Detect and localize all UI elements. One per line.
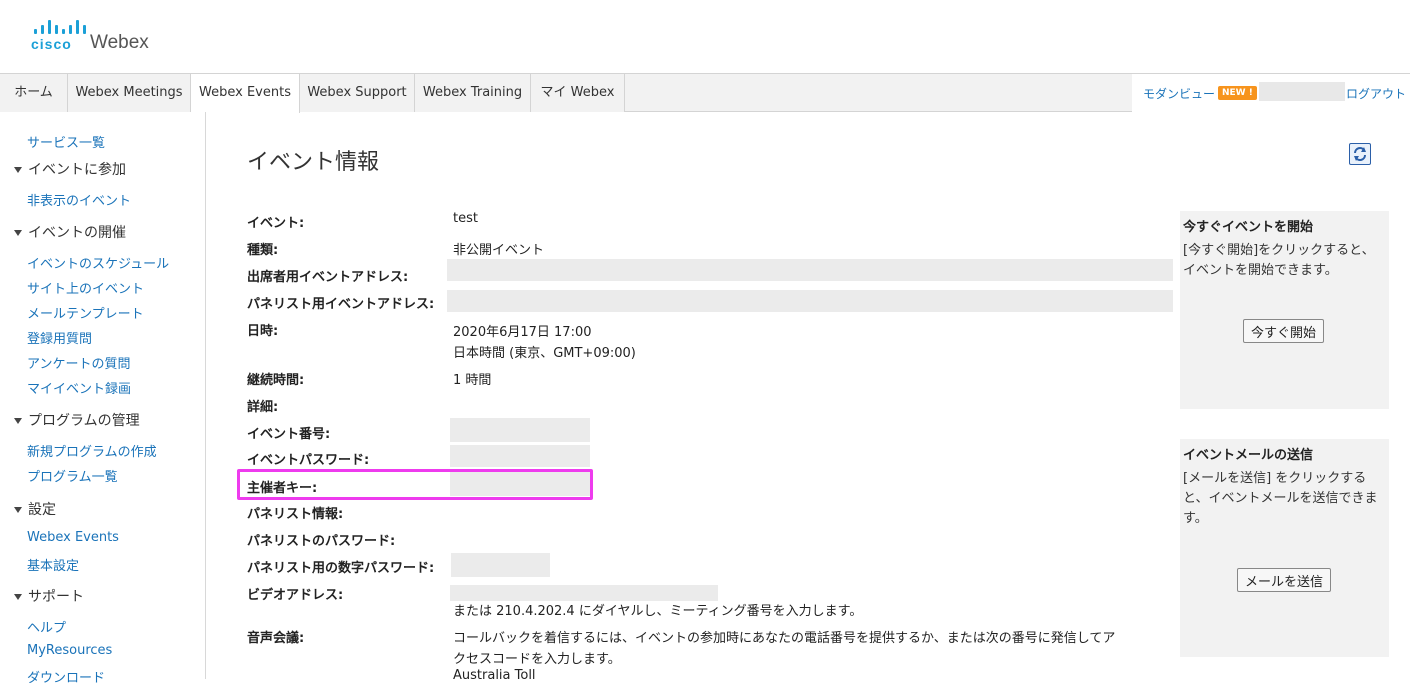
tab-webex-training[interactable]: Webex Training xyxy=(415,74,531,112)
header: cisco Webex xyxy=(0,0,1410,73)
main-tab-bar: ホーム Webex Meetings Webex Events Webex Su… xyxy=(0,73,1410,113)
audio-conference-line3: Australia Toll xyxy=(453,668,536,683)
collapse-triangle-icon xyxy=(14,507,22,513)
tab-my-webex[interactable]: マイ Webex xyxy=(531,74,625,112)
panelist-info-label: パネリスト情報: xyxy=(247,507,344,522)
sidebar-head-program[interactable]: プログラムの管理 xyxy=(14,410,140,430)
panelist-numeric-password-label: パネリスト用の数字パスワード: xyxy=(247,561,435,576)
sidebar-item-help[interactable]: ヘルプ xyxy=(27,617,66,636)
start-now-button[interactable]: 今すぐ開始 xyxy=(1243,319,1325,343)
event-label: イベント: xyxy=(247,216,305,231)
sidebar-item-site-events[interactable]: サイト上のイベント xyxy=(27,278,144,297)
sidebar-item-new-program[interactable]: 新規プログラムの作成 xyxy=(27,441,157,460)
video-address-note: または 210.4.202.4 にダイヤルし、ミーティング番号を入力します。 xyxy=(453,604,863,619)
collapse-triangle-icon xyxy=(14,167,22,173)
sidebar-item-download[interactable]: ダウンロード xyxy=(27,667,105,686)
sidebar-head-label: イベントの開催 xyxy=(28,225,126,241)
event-number-label: イベント番号: xyxy=(247,427,331,442)
sidebar-item-hidden-events[interactable]: 非表示のイベント xyxy=(27,190,131,209)
user-name-redacted xyxy=(1259,82,1345,101)
sidebar-item-schedule[interactable]: イベントのスケジュール xyxy=(27,253,169,272)
sidebar-head-settings[interactable]: 設定 xyxy=(14,499,56,519)
event-number-redacted xyxy=(450,418,590,442)
sidebar-head-support[interactable]: サポート xyxy=(14,586,84,606)
attendee-address-redacted[interactable] xyxy=(447,259,1173,281)
video-address-redacted xyxy=(450,585,718,601)
cisco-wordmark: cisco xyxy=(31,36,72,52)
sidebar-item-basic-settings[interactable]: 基本設定 xyxy=(27,555,79,574)
top-right-area: モダンビュー NEW ! ログアウト xyxy=(1132,74,1410,112)
sidebar-head-label: 設定 xyxy=(28,502,56,518)
sidebar-item-survey-questions[interactable]: アンケートの質問 xyxy=(27,353,130,372)
page-title: イベント情報 xyxy=(247,150,380,175)
tab-home[interactable]: ホーム xyxy=(0,74,68,112)
cisco-webex-logo[interactable]: cisco Webex xyxy=(28,20,188,56)
details-label: 詳細: xyxy=(247,400,279,415)
timezone-value: 日本時間 (東京、GMT+09:00) xyxy=(453,346,636,361)
logout-link[interactable]: ログアウト xyxy=(1346,85,1406,102)
panelist-password-label: パネリストのパスワード: xyxy=(247,534,396,549)
duration-value: 1 時間 xyxy=(453,373,492,388)
panelist-numeric-password-redacted xyxy=(451,553,550,577)
sidebar-item-registration-questions[interactable]: 登録用質問 xyxy=(27,328,92,347)
send-mail-panel: イベントメールの送信 [メールを送信] をクリックすると、イベントメールを送信で… xyxy=(1180,439,1389,657)
sidebar-item-mail-templates[interactable]: メールテンプレート xyxy=(27,303,144,322)
sidebar-head-label: イベントに参加 xyxy=(28,162,126,178)
datetime-label: 日時: xyxy=(247,324,279,339)
panelist-address-label: パネリスト用イベントアドレス: xyxy=(247,297,435,312)
type-label: 種類: xyxy=(247,243,279,258)
refresh-icon xyxy=(1354,147,1366,161)
tab-webex-support[interactable]: Webex Support xyxy=(300,74,415,112)
sidebar-head-label: プログラムの管理 xyxy=(28,413,140,429)
sidebar-item-webex-events[interactable]: Webex Events xyxy=(27,530,119,545)
sidebar-item-myresources[interactable]: MyResources xyxy=(27,643,112,658)
event-value: test xyxy=(453,211,478,226)
video-address-label: ビデオアドレス: xyxy=(247,588,344,603)
event-password-redacted xyxy=(450,445,590,467)
send-mail-panel-title: イベントメールの送信 xyxy=(1183,448,1314,463)
sidebar-service-list[interactable]: サービス一覧 xyxy=(27,132,105,151)
sidebar-item-program-list[interactable]: プログラム一覧 xyxy=(27,466,118,485)
modern-view-link[interactable]: モダンビュー xyxy=(1143,85,1215,102)
cisco-bars-icon xyxy=(34,20,88,34)
collapse-triangle-icon xyxy=(14,230,22,236)
new-badge: NEW ! xyxy=(1218,86,1257,100)
sidebar: サービス一覧 イベントに参加 非表示のイベント イベントの開催 イベントのスケジ… xyxy=(0,112,206,686)
start-event-panel: 今すぐイベントを開始 [今すぐ開始]をクリックすると、イベントを開始できます。 … xyxy=(1180,211,1389,409)
attendee-address-label: 出席者用イベントアドレス: xyxy=(247,270,409,285)
audio-conference-line1: コールバックを着信するには、イベントの参加時にあなたの電話番号を提供するか、また… xyxy=(453,631,1116,646)
audio-conference-line2: クセスコードを入力します。 xyxy=(453,652,621,667)
host-key-highlight xyxy=(237,469,593,500)
webex-wordmark: Webex xyxy=(90,32,149,53)
datetime-value: 2020年6月17日 17:00 xyxy=(453,325,592,340)
type-value: 非公開イベント xyxy=(453,243,545,258)
duration-label: 継続時間: xyxy=(247,373,305,388)
sidebar-head-label: サポート xyxy=(28,589,84,605)
sidebar-item-my-recordings[interactable]: マイイベント録画 xyxy=(27,378,131,397)
send-mail-panel-text: [メールを送信] をクリックすると、イベントメールを送信できます。 xyxy=(1183,471,1378,526)
sidebar-head-host[interactable]: イベントの開催 xyxy=(14,222,126,242)
collapse-triangle-icon xyxy=(14,594,22,600)
collapse-triangle-icon xyxy=(14,418,22,424)
start-event-panel-title: 今すぐイベントを開始 xyxy=(1183,220,1314,235)
panelist-address-redacted[interactable] xyxy=(447,290,1173,312)
audio-conference-label: 音声会議: xyxy=(247,631,305,646)
tab-webex-events[interactable]: Webex Events xyxy=(191,74,300,113)
refresh-button[interactable] xyxy=(1349,143,1371,165)
sidebar-head-join[interactable]: イベントに参加 xyxy=(14,159,126,179)
send-mail-button[interactable]: メールを送信 xyxy=(1237,568,1332,592)
start-event-panel-text: [今すぐ開始]をクリックすると、イベントを開始できます。 xyxy=(1183,243,1375,278)
tab-webex-meetings[interactable]: Webex Meetings xyxy=(68,74,191,112)
event-password-label: イベントパスワード: xyxy=(247,453,370,468)
